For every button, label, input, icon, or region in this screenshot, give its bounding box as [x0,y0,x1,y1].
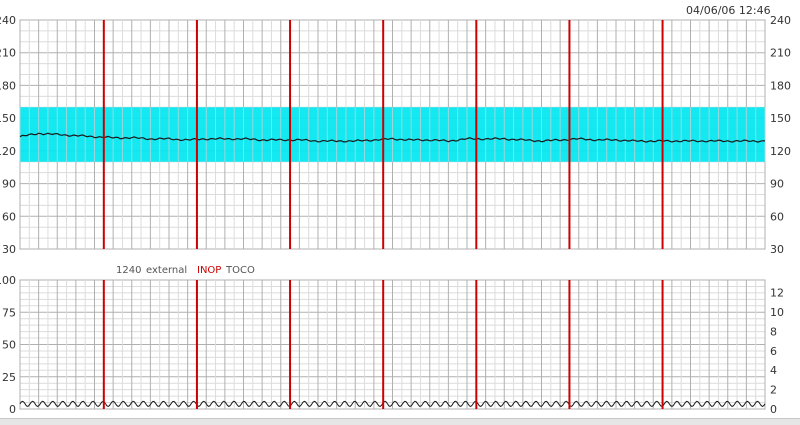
fhr-tick-label-left: 120 [0,145,16,158]
fhr-tick-label-right: 210 [770,47,791,60]
toco-tick-label-right: 8 [770,325,777,338]
timestamp: 04/06/06 12:46 [686,4,771,17]
fhr-tick-label-left: 210 [0,47,16,60]
toco-tick-label-left: 50 [2,339,16,352]
status-mode: external [146,265,188,276]
toco-tick-label-right: 10 [770,306,784,319]
toco-tick-label-left: 25 [2,371,16,384]
ctg-chart: 306090120150180210240 306090120150180210… [0,14,791,416]
fhr-tick-label-left: 60 [2,210,16,223]
fhr-y-axis-right: 30 60 90 120 150 180 210 240 [770,14,791,256]
fhr-y-axis-left: 30 60 90 120 150 180 210 240 [0,14,16,256]
toco-y-axis-left: 0 25 50 75 100 [0,274,16,416]
fhr-tick-label-right: 90 [770,178,784,191]
fhr-tick-label-left: 30 [2,243,16,256]
toco-y-axis-right: 0 2 4 6 8 10 12 [770,287,784,416]
toco-tick-label-left: 75 [2,306,16,319]
toco-grid [19,279,766,410]
toco-tick-label-right: 12 [770,287,784,300]
fhr-tick-label-left: 180 [0,79,16,92]
toco-tick-label-left: 100 [0,274,16,287]
fhr-normal-band-layer [19,107,766,162]
fhr-tick-label-right: 30 [770,243,784,256]
fhr-tick-label-right: 150 [770,112,791,125]
toco-tick-label-right: 2 [770,384,777,397]
fhr-tick-label-right: 60 [770,210,784,223]
fhr-tick-label-left: 90 [2,178,16,191]
fhr-tick-label-right: 120 [770,145,791,158]
fhr-tick-label-left: 150 [0,112,16,125]
ctg-monitor: 306090120150180210240 306090120150180210… [0,0,800,425]
toco-tick-label-right: 4 [770,364,777,377]
status-code: 1240 [116,265,142,276]
toco-tick-label-right: 0 [770,403,777,416]
status-channel: TOCO [226,265,255,276]
fhr-tick-label-left: 240 [0,14,16,27]
fhr-tick-label-right: 180 [770,79,791,92]
fhr-tick-label-right: 240 [770,14,791,27]
toco-tick-label-left: 0 [9,403,16,416]
toco-tick-label-right: 6 [770,345,777,358]
status-inop: INOP [197,265,222,276]
